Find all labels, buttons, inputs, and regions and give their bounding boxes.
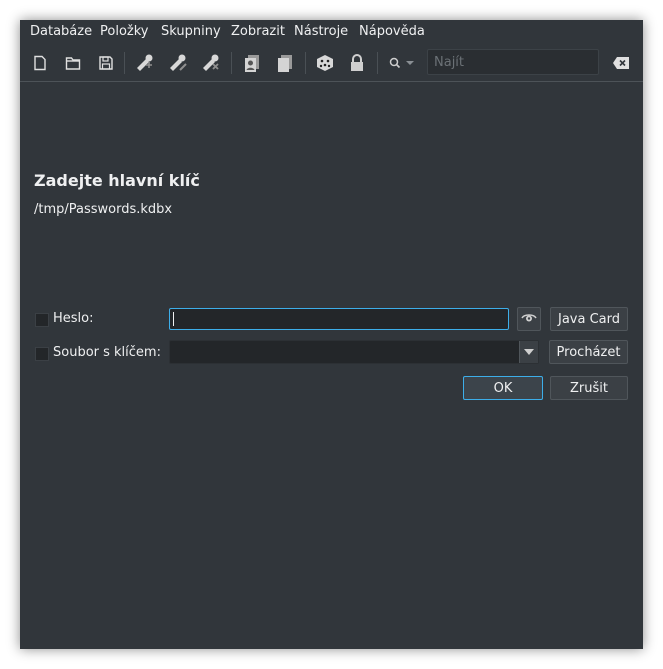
java-card-button[interactable]: Java Card (550, 307, 628, 331)
menu-polozky[interactable]: Položky (100, 24, 148, 39)
cancel-button[interactable]: Zrušit (550, 376, 628, 400)
search-field-container (427, 49, 599, 75)
clear-search-icon[interactable] (608, 50, 634, 76)
menu-bar: Databáze Položky Skupniny Zobrazit Nástr… (20, 20, 643, 44)
password-label: Heslo: (53, 311, 94, 326)
save-database-icon[interactable] (93, 50, 119, 76)
copy-password-icon[interactable] (272, 50, 298, 76)
menu-napoveda[interactable]: Nápověda (359, 24, 425, 39)
app-window: Databáze Položky Skupniny Zobrazit Nástr… (20, 20, 643, 649)
password-input[interactable] (170, 309, 508, 329)
menu-nastroje[interactable]: Nástroje (294, 24, 348, 39)
search-input[interactable] (428, 50, 598, 74)
keyfile-combobox[interactable] (169, 340, 539, 364)
password-generator-icon[interactable] (312, 50, 338, 76)
chevron-down-icon[interactable] (519, 341, 538, 363)
ok-button[interactable]: OK (463, 376, 543, 400)
password-checkbox[interactable] (35, 313, 49, 327)
toolbar (20, 44, 643, 82)
copy-username-icon[interactable] (239, 50, 265, 76)
eye-icon (521, 311, 537, 327)
open-database-icon[interactable] (60, 50, 86, 76)
menu-databaze[interactable]: Databáze (30, 24, 92, 39)
browse-button[interactable]: Procházet (549, 340, 628, 364)
menu-zobrazit[interactable]: Zobrazit (231, 24, 285, 39)
search-options-button[interactable] (385, 50, 421, 76)
delete-entry-icon[interactable] (198, 50, 224, 76)
edit-entry-icon[interactable] (165, 50, 191, 76)
keyfile-label: Soubor s klíčem: (53, 345, 161, 360)
text-cursor (173, 312, 174, 326)
new-database-icon[interactable] (27, 50, 53, 76)
keyfile-checkbox[interactable] (35, 347, 49, 361)
add-entry-icon[interactable] (132, 50, 158, 76)
dialog-title: Zadejte hlavní klíč (34, 171, 200, 190)
database-path: /tmp/Passwords.kdbx (34, 202, 173, 217)
toggle-password-visibility-button[interactable] (517, 307, 541, 331)
menu-skupniny[interactable]: Skupniny (161, 24, 221, 39)
lock-database-icon[interactable] (344, 50, 370, 76)
password-field-container (169, 308, 509, 330)
